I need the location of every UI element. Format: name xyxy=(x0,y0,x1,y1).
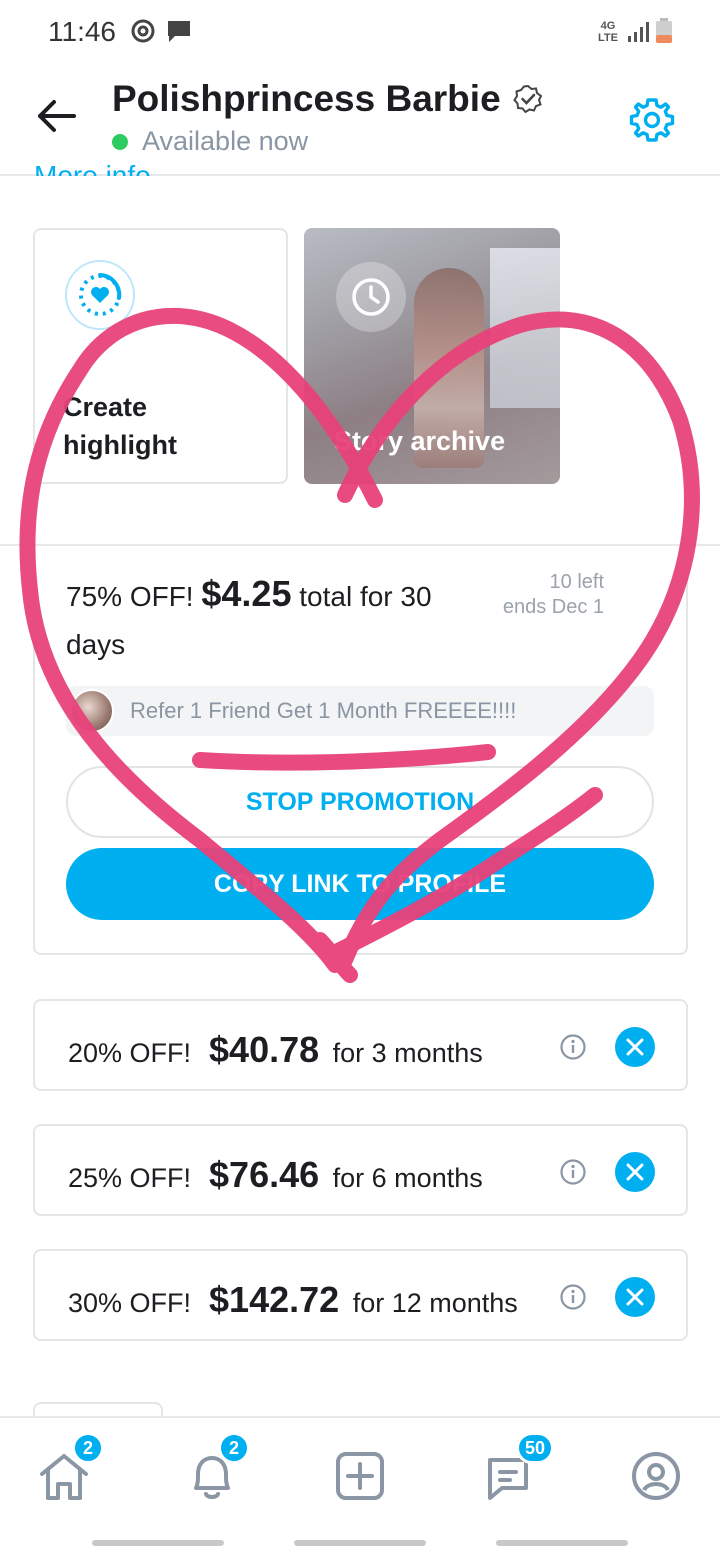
remove-bundle-button[interactable] xyxy=(615,1152,655,1192)
bundle-row: 25% OFF! $76.46 for 6 months xyxy=(33,1124,688,1216)
bundle-text: 30% OFF! $142.72 for 12 months xyxy=(68,1279,518,1321)
bundle-duration: for 6 months xyxy=(332,1163,483,1193)
story-archive-label: Story archive xyxy=(334,426,506,456)
bundle-price: $142.72 xyxy=(209,1279,340,1320)
bundle-discount: 30% OFF! xyxy=(68,1288,192,1318)
info-icon[interactable] xyxy=(559,1158,587,1186)
close-icon xyxy=(626,1288,644,1306)
close-icon xyxy=(626,1163,644,1181)
back-arrow-icon[interactable] xyxy=(34,94,78,138)
profile-name: Polishprincess Barbie xyxy=(112,78,501,119)
home-badge: 2 xyxy=(72,1432,104,1464)
profile-icon[interactable] xyxy=(628,1448,684,1504)
gesture-bar-center xyxy=(294,1540,426,1546)
clock-icon xyxy=(336,262,406,332)
notifications-badge: 2 xyxy=(218,1432,250,1464)
gesture-bar-right xyxy=(496,1540,628,1546)
network-type-icon: 4G LTE xyxy=(598,20,618,44)
promotion-ends: ends Dec 1 xyxy=(502,596,604,618)
gesture-bar-left xyxy=(92,1540,224,1546)
story-archive-card[interactable]: Story archive xyxy=(304,228,560,484)
bundle-discount: 25% OFF! xyxy=(68,1163,192,1193)
bundle-duration: for 12 months xyxy=(352,1288,518,1318)
sync-icon xyxy=(131,19,155,43)
add-post-icon[interactable] xyxy=(332,1448,388,1504)
signal-icon xyxy=(628,22,649,42)
more-info-link[interactable]: More info xyxy=(34,150,151,176)
gear-icon[interactable] xyxy=(628,96,676,144)
info-icon[interactable] xyxy=(559,1033,587,1061)
verified-icon xyxy=(512,84,542,114)
remove-bundle-button[interactable] xyxy=(615,1027,655,1067)
promotion-meta: 10 left ends Dec 1 xyxy=(470,570,604,620)
create-highlight-card[interactable]: Create highlight xyxy=(33,228,288,484)
bottom-navigation: 2 2 50 xyxy=(0,1416,720,1532)
status-time: 11:46 xyxy=(48,16,116,47)
bundle-price: $40.78 xyxy=(209,1029,320,1070)
bundle-row: 20% OFF! $40.78 for 3 months xyxy=(33,999,688,1091)
create-highlight-label: Create highlight xyxy=(63,392,177,460)
create-highlight-icon xyxy=(65,260,135,330)
info-icon[interactable] xyxy=(559,1283,587,1311)
archive-thumbnail-window xyxy=(490,248,560,408)
avatar xyxy=(70,689,114,733)
promotion-message-text: Refer 1 Friend Get 1 Month FREEEE!!!! xyxy=(130,698,517,723)
promotion-remaining: 10 left xyxy=(549,571,604,593)
bundle-text: 25% OFF! $76.46 for 6 months xyxy=(68,1154,483,1196)
profile-title: Polishprincess Barbie xyxy=(112,78,543,120)
remove-bundle-button[interactable] xyxy=(615,1277,655,1317)
promotion-headline: 75% OFF! $4.25 total for 30 days xyxy=(66,570,486,669)
availability-text: Available now xyxy=(142,126,309,156)
promotion-price: $4.25 xyxy=(201,573,292,614)
message-notification-icon xyxy=(168,21,190,42)
battery-icon xyxy=(656,18,672,43)
bundle-text: 20% OFF! $40.78 for 3 months xyxy=(68,1029,483,1071)
copy-link-button[interactable]: COPY LINK TO PROFILE xyxy=(66,848,654,920)
online-dot xyxy=(112,133,128,150)
promotion-message: Refer 1 Friend Get 1 Month FREEEE!!!! xyxy=(66,686,654,736)
stop-promotion-button[interactable]: STOP PROMOTION xyxy=(66,766,654,838)
promotion-discount: 75% OFF! xyxy=(66,581,194,612)
close-icon xyxy=(626,1038,644,1056)
bundle-discount: 20% OFF! xyxy=(68,1038,192,1068)
status-bar: 11:46 4G LTE xyxy=(0,0,720,64)
messages-badge: 50 xyxy=(516,1432,555,1464)
bundle-row: 30% OFF! $142.72 for 12 months xyxy=(33,1249,688,1341)
bundle-price: $76.46 xyxy=(209,1154,320,1195)
bundle-duration: for 3 months xyxy=(332,1038,483,1068)
